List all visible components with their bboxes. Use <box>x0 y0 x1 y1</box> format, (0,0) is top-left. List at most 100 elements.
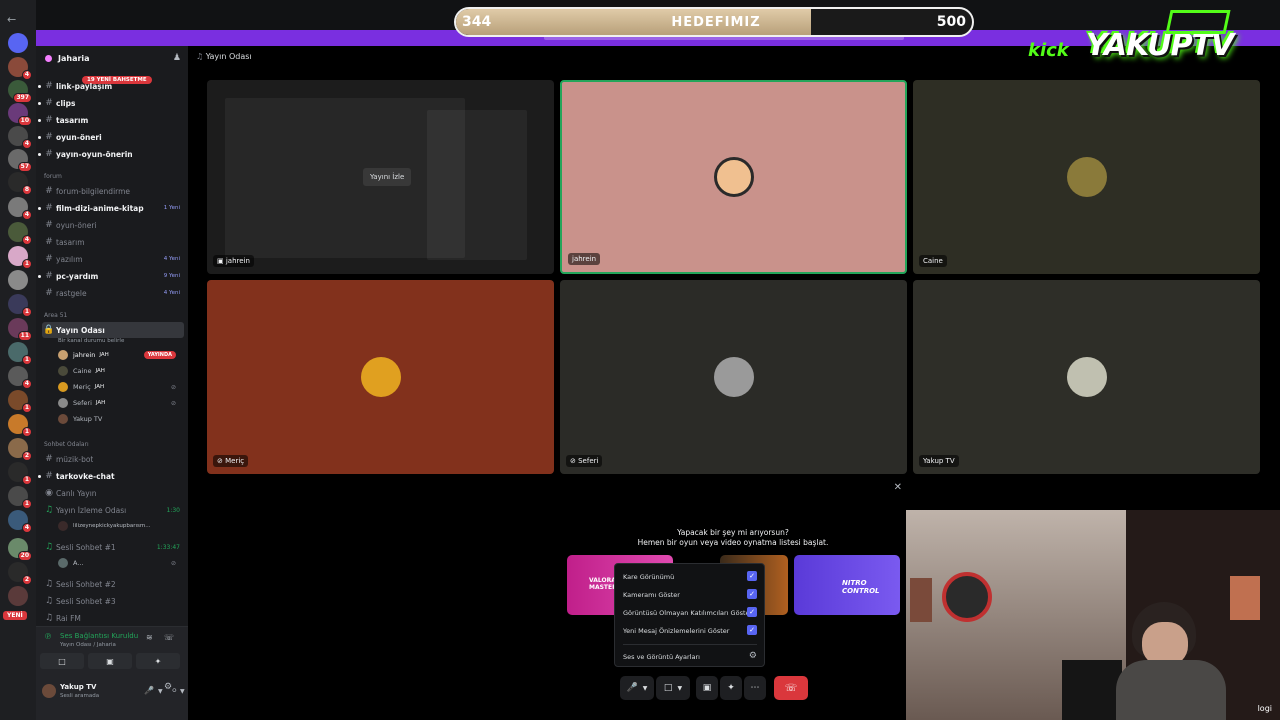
server-icon[interactable]: 4 <box>8 57 32 80</box>
disconnect-button[interactable]: ☏ <box>774 676 808 700</box>
server-icon[interactable]: 397 <box>8 80 32 103</box>
video-tile[interactable]: ⊘ Seferi <box>560 280 907 474</box>
stage-status[interactable]: Bir kanal durumu belirle <box>58 338 124 344</box>
channel-item[interactable]: # link-paylaşım <box>38 78 184 94</box>
server-icon[interactable]: 1 <box>8 246 32 269</box>
channel-item[interactable]: # yazılım 4 Yeni <box>42 251 184 267</box>
channel-item[interactable]: # film-dizi-anime-kitap 1 Yeni <box>38 200 184 216</box>
channel-item[interactable]: # forum-bilgilendirme <box>42 183 184 199</box>
video-tile[interactable]: ⊘ Meriç <box>207 280 554 474</box>
channel-item[interactable]: # tasarım <box>42 234 184 250</box>
category-area[interactable]: Area 51 <box>44 312 67 319</box>
server-icon[interactable]: 20 <box>8 538 32 561</box>
voice-status[interactable]: Ses Bağlantısı Kuruldu <box>60 632 138 640</box>
category-sohbet[interactable]: Sohbet Odaları <box>44 441 89 448</box>
server-icon[interactable]: 57 <box>8 149 32 172</box>
avatar[interactable] <box>42 684 56 698</box>
server-icon[interactable]: 4 <box>8 366 32 389</box>
video-tile[interactable]: Yakup TV <box>913 280 1260 474</box>
channel-item[interactable]: # oyun-öneri <box>42 217 184 233</box>
hash-icon: # <box>45 454 53 464</box>
chevron-down-icon[interactable]: ▼ <box>158 688 163 695</box>
video-tile[interactable]: Caine <box>913 80 1260 274</box>
checkbox-checked-icon[interactable]: ✓ <box>747 571 757 581</box>
menu-item-grid-view[interactable]: Kare Görünümü ✓ <box>623 571 757 581</box>
microphone-icon[interactable]: 🎤 <box>144 686 154 695</box>
noise-suppression-icon[interactable]: ≋ <box>146 633 153 642</box>
invite-icon[interactable]: ♟ <box>173 53 181 63</box>
disconnect-icon[interactable]: ☏ <box>164 633 174 642</box>
channel-item[interactable]: # oyun-öneri <box>38 129 184 145</box>
voice-user[interactable]: Yakup TV <box>58 412 180 426</box>
server-icon[interactable]: 4 <box>8 126 32 149</box>
settings-gear-icon[interactable]: ⚙ <box>164 682 172 692</box>
server-icon[interactable]: 4 <box>8 222 32 245</box>
server-icon[interactable]: 1 <box>8 390 32 413</box>
checkbox-checked-icon[interactable]: ✓ <box>747 589 757 599</box>
voice-channel[interactable]: ♫ Sesli Sohbet #2 <box>42 576 184 592</box>
close-icon[interactable]: ✕ <box>894 482 902 493</box>
server-icon[interactable]: 1 <box>8 414 32 437</box>
camera-button[interactable]: □ <box>40 653 84 669</box>
checkbox-checked-icon[interactable]: ✓ <box>747 625 757 635</box>
channel-item[interactable]: # yayın-oyun-önerin <box>38 146 184 162</box>
menu-item-message-previews[interactable]: Yeni Mesaj Önizlemelerini Göster ✓ <box>623 625 757 635</box>
server-icon[interactable]: 4 <box>8 197 32 220</box>
checkbox-checked-icon[interactable]: ✓ <box>747 607 757 617</box>
server-icon[interactable]: 4 <box>8 510 32 533</box>
voice-user[interactable]: Caine JAH <box>58 364 180 378</box>
channel-item[interactable]: # clips <box>38 95 184 111</box>
channel-item[interactable]: # pc-yardım 9 Yeni <box>38 268 184 284</box>
chevron-down-icon[interactable]: ▼ <box>180 688 185 695</box>
menu-item-show-camera[interactable]: Kameramı Göster ✓ <box>623 589 757 599</box>
server-icon[interactable]: 2 <box>8 562 32 585</box>
phone-hangup-icon: ☏ <box>784 682 798 694</box>
activity-question: Yapacak bir şey mi arıyorsun? <box>677 528 789 537</box>
speaker-icon: ♫ <box>44 542 54 552</box>
home-icon[interactable] <box>8 33 28 53</box>
activities-button[interactable]: ✦ <box>720 676 742 700</box>
voice-user[interactable]: Seferi JAH ⊘ <box>58 396 180 410</box>
voice-user[interactable]: Meriç JAH ⊘ <box>58 380 180 394</box>
voice-user[interactable]: lilizeynepkickyakupbarısm... <box>58 519 180 533</box>
video-tile[interactable]: Yayını İzle ▣ jahrein <box>207 80 554 274</box>
camera-button[interactable]: □ ▼ <box>656 676 690 700</box>
channel-item[interactable]: # tarkovke-chat <box>38 468 184 484</box>
watch-stream-button[interactable]: Yayını İzle <box>363 168 412 186</box>
server-icon[interactable]: 10 <box>8 103 32 126</box>
server-icon[interactable]: 1 <box>8 486 32 509</box>
back-arrow-icon[interactable]: ← <box>7 13 16 26</box>
category-forum[interactable]: forum <box>44 173 62 180</box>
channel-item[interactable]: ◉ Canlı Yayın <box>42 485 184 501</box>
server-icon[interactable]: 2 <box>8 438 32 461</box>
voice-channel[interactable]: ♫ Sesli Sohbet #1 1:33:47 <box>42 539 184 555</box>
voice-channel[interactable]: ♫ Rai FM <box>42 610 184 626</box>
screen-share-button[interactable]: ▣ <box>88 653 132 669</box>
more-options-button[interactable]: ⋯ <box>744 676 766 700</box>
activities-button[interactable]: ✦ <box>136 653 180 669</box>
video-tile[interactable]: jahrein <box>560 80 907 274</box>
activity-card[interactable]: NITRO CONTROL <box>794 555 900 615</box>
channel-item[interactable]: # rastgele 4 Yeni <box>42 285 184 301</box>
server-icon[interactable]: 1 <box>8 342 32 365</box>
mic-button[interactable]: 🎤 ▼ <box>620 676 654 700</box>
menu-item-av-settings[interactable]: Ses ve Görüntü Ayarları ⚙ <box>623 651 757 661</box>
voice-user[interactable]: A... ⊘ <box>58 556 180 570</box>
voice-channel[interactable]: ♫ Sesli Sohbet #3 <box>42 593 184 609</box>
voice-channel[interactable]: ♫ Yayın İzleme Odası 1:30 <box>42 502 184 518</box>
server-icon[interactable]: 11 <box>8 318 32 341</box>
server-icon[interactable]: 1 <box>8 462 32 485</box>
menu-item-show-no-video[interactable]: Görüntüsü Olmayan Katılımcıları Göster ✓ <box>623 607 757 617</box>
screen-share-button[interactable]: ▣ <box>696 676 718 700</box>
chevron-down-icon: ▼ <box>642 684 648 692</box>
activities-icon: ✦ <box>154 656 162 666</box>
server-icon[interactable] <box>8 270 28 290</box>
server-header[interactable]: Jaharia ♟ <box>36 46 188 70</box>
channel-item[interactable]: # tasarım <box>38 112 184 128</box>
server-icon[interactable]: 1 <box>8 294 32 317</box>
stage-channel[interactable]: 🔒 Yayın Odası <box>42 322 184 338</box>
server-icon[interactable] <box>8 586 28 606</box>
voice-user[interactable]: jahrein JAH YAYINDA <box>58 348 180 362</box>
channel-item[interactable]: # müzik-bot <box>42 451 184 467</box>
server-icon[interactable]: 8 <box>8 172 32 195</box>
